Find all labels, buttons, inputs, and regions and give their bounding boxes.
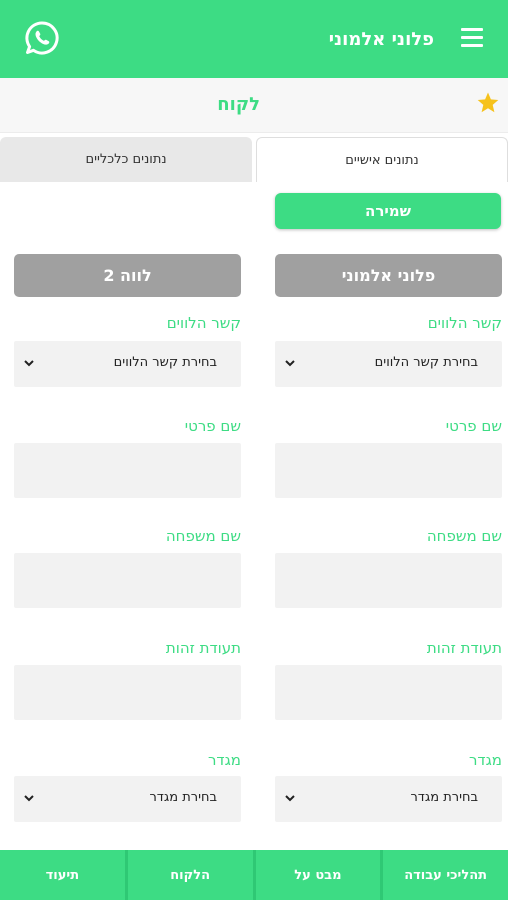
gender-select[interactable]: בחירת מגדר — [275, 776, 502, 822]
nav-item-label: מבט על — [294, 867, 342, 883]
id-number-label: תעודת זהות — [426, 639, 502, 657]
relation-select[interactable]: בחירת קשר הלווים — [14, 341, 241, 387]
relation-select[interactable]: בחירת קשר הלווים — [275, 341, 502, 387]
chevron-down-icon — [24, 795, 34, 802]
last-name-label: שם משפחה — [426, 527, 502, 545]
app-title: פלוני אלמוני — [328, 29, 434, 50]
relation-select-value: בחירת קשר הלווים — [374, 355, 478, 370]
relation-label: קשר הלווים — [166, 314, 241, 332]
bottom-nav: תהליכי עבודה מבט על הלקוח תיעוד — [0, 850, 508, 900]
first-name-field[interactable] — [275, 443, 502, 498]
top-app-bar: פלוני אלמוני — [0, 0, 508, 78]
relation-label: קשר הלווים — [427, 314, 502, 332]
borrower-2-header: לווה 2 — [14, 254, 241, 297]
borrower-1-column: פלוני אלמוני קשר הלווים בחירת קשר הלווים… — [275, 254, 502, 822]
nav-item-overview[interactable]: מבט על — [252, 850, 381, 900]
relation-select-value: בחירת קשר הלווים — [113, 355, 217, 370]
chevron-down-icon — [285, 360, 295, 367]
first-name-field[interactable] — [14, 443, 241, 498]
star-icon[interactable] — [476, 91, 500, 115]
tab-financial-data[interactable]: נתונים כלכליים — [0, 137, 252, 182]
menu-icon[interactable] — [461, 28, 483, 48]
gender-label: מגדר — [468, 751, 502, 769]
tab-personal-data[interactable]: נתונים אישיים — [256, 137, 508, 182]
id-number-field[interactable] — [14, 665, 241, 720]
id-number-field[interactable] — [275, 665, 502, 720]
chevron-down-icon — [285, 795, 295, 802]
gender-select[interactable]: בחירת מגדר — [14, 776, 241, 822]
id-number-label: תעודת זהות — [165, 639, 241, 657]
borrower-1-header: פלוני אלמוני — [275, 254, 502, 297]
first-name-label: שם פרטי — [445, 417, 502, 435]
borrower-2-column: לווה 2 קשר הלווים בחירת קשר הלווים שם פר… — [14, 254, 241, 822]
last-name-field[interactable] — [275, 553, 502, 608]
nav-item-label: הלקוח — [170, 867, 211, 883]
page-title: לקוח — [217, 94, 260, 115]
chevron-down-icon — [24, 360, 34, 367]
whatsapp-icon[interactable] — [24, 20, 60, 56]
page-header: לקוח — [0, 78, 508, 133]
nav-item-label: תיעוד — [45, 867, 80, 883]
nav-item-workflows[interactable]: תהליכי עבודה — [380, 850, 508, 900]
gender-select-value: בחירת מגדר — [410, 790, 478, 805]
nav-item-label: תהליכי עבודה — [404, 867, 488, 883]
nav-item-client[interactable]: הלקוח — [124, 850, 253, 900]
tab-label: נתונים אישיים — [345, 152, 419, 168]
last-name-field[interactable] — [14, 553, 241, 608]
first-name-label: שם פרטי — [184, 417, 241, 435]
nav-item-documentation[interactable]: תיעוד — [0, 850, 125, 900]
last-name-label: שם משפחה — [165, 527, 241, 545]
gender-select-value: בחירת מגדר — [149, 790, 217, 805]
gender-label: מגדר — [207, 751, 241, 769]
save-button[interactable]: שמירה — [275, 193, 501, 229]
tab-label: נתונים כלכליים — [85, 152, 167, 167]
